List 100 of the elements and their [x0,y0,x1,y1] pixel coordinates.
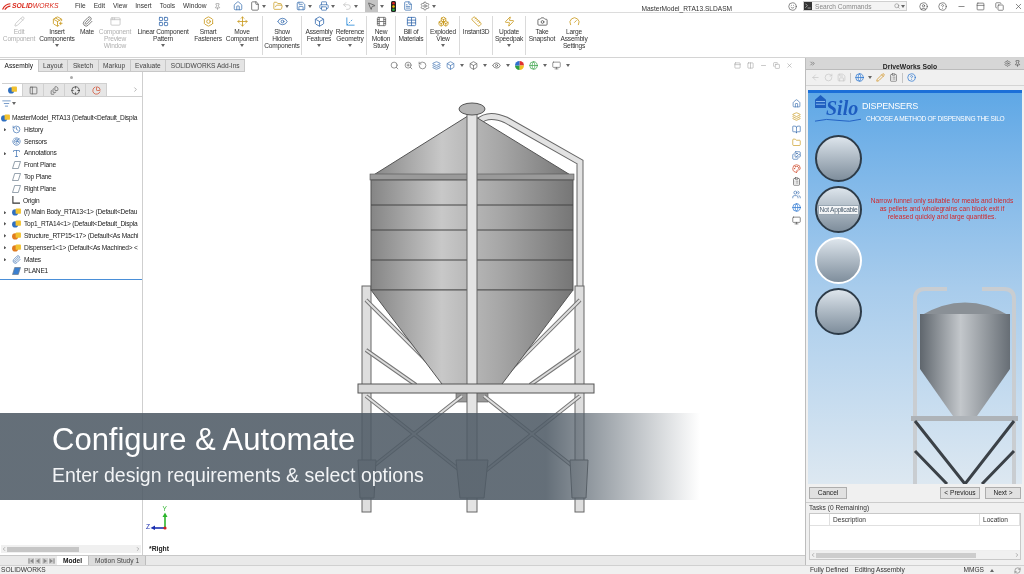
folder-icon[interactable] [791,138,801,147]
panel-tab[interactable] [23,83,44,96]
panel-icon[interactable] [976,1,985,11]
caret-icon[interactable] [12,102,16,105]
filter-icon[interactable] [2,99,11,108]
scrollbar[interactable] [810,551,1020,559]
form-heading: DISPENSERS [862,101,920,111]
scrollbar-thumb[interactable] [7,546,79,552]
grip-icon[interactable] [69,76,73,79]
tile-icon[interactable] [734,62,741,69]
panel-tab[interactable] [2,83,23,96]
search-icon[interactable] [390,61,400,70]
home-icon[interactable] [232,1,243,11]
home-icon[interactable] [791,99,801,108]
print-icon[interactable] [318,1,329,11]
file-icon[interactable] [249,1,260,11]
traffic-light-icon[interactable] [390,0,396,12]
chevron-right-icon[interactable] [135,546,141,552]
tile-icon[interactable] [747,62,754,69]
help-icon[interactable] [938,1,947,11]
caret-icon[interactable] [330,4,335,8]
clipboard-icon[interactable] [889,73,898,82]
paperclip-icon [12,254,21,264]
globe-icon[interactable] [791,203,801,212]
next-icon[interactable] [42,557,48,564]
users-icon[interactable] [791,190,801,199]
refresh-icon[interactable] [1014,566,1021,574]
caret-icon[interactable] [566,64,571,67]
panel-tab[interactable] [44,83,65,96]
film-icon [375,16,387,27]
color-sphere-icon[interactable] [515,61,525,70]
layers-icon[interactable] [791,112,801,121]
images-icon[interactable] [791,151,801,160]
monitor-icon[interactable] [552,61,562,70]
document-icon[interactable] [402,1,413,11]
panel-tab[interactable] [86,83,107,96]
caret-icon[interactable] [868,76,872,79]
pointer-icon[interactable] [364,0,378,12]
caret-icon[interactable] [543,64,548,67]
pin-icon[interactable] [1014,60,1021,67]
smiley-icon[interactable] [788,1,797,11]
chevrons-right-icon[interactable] [809,60,816,67]
layers-icon[interactable] [432,61,442,70]
eye-icon[interactable] [492,61,502,70]
expand-arrow-icon[interactable] [3,222,7,226]
expand-arrow-icon[interactable] [3,210,7,214]
expand-arrow-icon[interactable] [3,151,7,156]
previous-icon[interactable] [35,557,41,564]
chevron-left-icon[interactable] [810,552,816,558]
restore-icon[interactable] [773,62,780,69]
option-photo-placeholder[interactable] [815,288,862,335]
globe-icon[interactable] [855,73,864,82]
grid-icon [157,16,169,27]
component-icon [12,243,21,252]
user-icon[interactable] [919,1,928,11]
expand-arrow-icon[interactable] [3,257,7,262]
caret-icon[interactable] [483,64,488,67]
chevron-right-icon[interactable] [132,86,139,93]
clipboard-icon[interactable] [791,177,801,186]
caret-icon[interactable] [261,4,266,8]
minimize-icon[interactable] [760,62,767,69]
scrollbar[interactable] [1,545,141,553]
settings-icon[interactable] [1004,60,1011,67]
expand-arrow-icon[interactable] [3,127,7,132]
cube-icon[interactable] [446,61,456,70]
help-icon[interactable] [907,73,916,82]
save-icon[interactable] [295,1,306,11]
option-photo-placeholder[interactable] [815,135,862,182]
panel-tab[interactable] [65,83,86,96]
book-icon[interactable] [791,125,801,134]
monitor-icon[interactable] [791,216,801,225]
scrollbar-thumb[interactable] [816,552,976,558]
zoom-in-icon[interactable] [404,61,414,70]
pin-icon[interactable] [213,2,221,10]
expand-arrow-icon[interactable] [3,234,7,238]
first-page-icon[interactable] [28,557,34,564]
rotate-icon[interactable] [418,61,428,70]
caret-icon[interactable] [284,4,289,8]
pencil-icon[interactable] [876,73,885,82]
palette-icon[interactable] [791,164,801,173]
caret-icon[interactable] [990,568,994,572]
cube-icon[interactable] [469,61,479,70]
settings-icon[interactable] [419,1,430,11]
close-icon[interactable] [786,62,793,69]
last-page-icon[interactable] [49,557,55,564]
chevron-right-icon[interactable] [1014,552,1020,558]
caret-icon[interactable] [506,64,511,67]
expand-arrow-icon[interactable] [3,245,7,250]
caret-icon[interactable] [460,64,465,67]
caret-icon[interactable] [307,4,312,8]
restore-icon[interactable] [995,1,1004,11]
caret-icon[interactable] [379,4,384,8]
paperclip-icon [81,16,93,27]
close-icon[interactable] [1014,1,1023,11]
wave-icon [815,118,861,122]
caret-icon[interactable] [431,4,436,8]
chevron-left-icon[interactable] [1,546,7,552]
globe-icon[interactable] [529,61,539,70]
text-icon [12,148,21,158]
move-arrows-icon [236,16,248,27]
